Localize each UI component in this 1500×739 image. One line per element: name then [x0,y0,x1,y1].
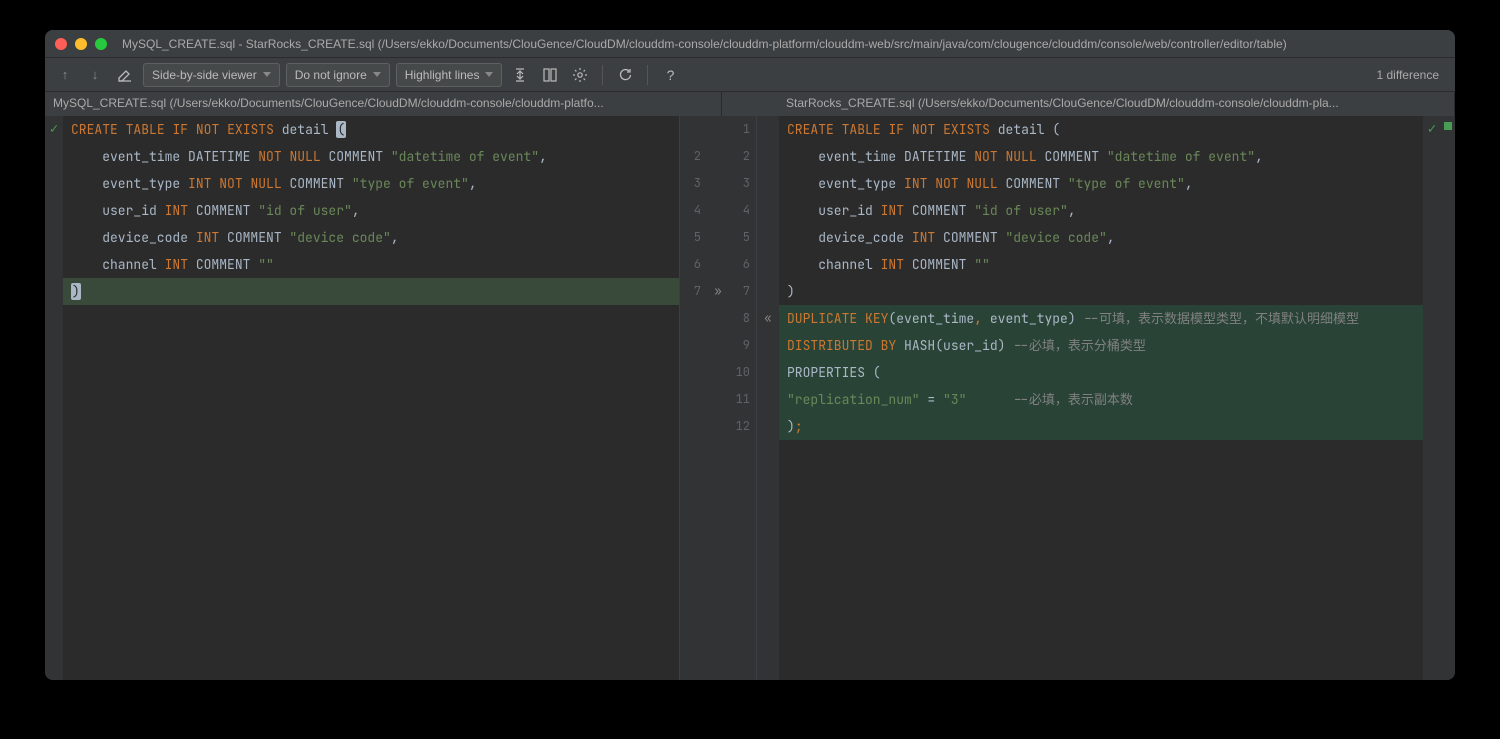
code-line[interactable]: user_id INT COMMENT "id of user", [63,197,679,224]
chevron-down-icon [485,72,493,77]
left-gutter: 234567 [679,116,707,680]
chevron-down-icon [263,72,271,77]
code-line[interactable]: channel INT COMMENT "" [63,251,679,278]
right-gutter: 123456789101112 [729,116,757,680]
gear-icon [572,67,588,83]
settings-button[interactable] [568,63,592,87]
minimize-icon[interactable] [75,38,87,50]
line-number [680,116,701,143]
left-marker-column: ✓ [45,116,63,680]
code-line[interactable]: user_id INT COMMENT "id of user", [779,197,1423,224]
arrow-down-icon [92,67,99,82]
code-line[interactable]: device_code INT COMMENT "device code", [779,224,1423,251]
check-icon: ✓ [50,116,58,143]
help-icon: ? [667,67,675,83]
code-line[interactable]: "replication_num" = "3" --必填，表示副本数 [779,386,1423,413]
chevron-down-icon [373,72,381,77]
pencil-icon [117,67,133,83]
line-number: 2 [729,143,750,170]
left-code[interactable]: CREATE TABLE IF NOT EXISTS detail ( even… [63,116,679,680]
diff-window: MySQL_CREATE.sql - StarRocks_CREATE.sql … [45,30,1455,680]
line-number: 6 [680,251,701,278]
line-number: 12 [729,413,750,440]
line-number: 5 [729,224,750,251]
ignore-mode-dropdown[interactable]: Do not ignore [286,63,390,87]
line-number: 11 [729,386,750,413]
line-number: 7 [680,278,701,305]
right-pane: CREATE TABLE IF NOT EXISTS detail ( even… [779,116,1423,680]
right-marker-column: ✓ [1423,116,1441,680]
highlight-mode-dropdown[interactable]: Highlight lines [396,63,503,87]
check-icon: ✓ [1428,116,1436,143]
line-number: 3 [729,170,750,197]
diff-marker[interactable] [1444,122,1452,130]
code-line[interactable]: device_code INT COMMENT "device code", [63,224,679,251]
line-number: 3 [680,170,701,197]
line-number: 1 [729,116,750,143]
code-line[interactable]: CREATE TABLE IF NOT EXISTS detail ( [779,116,1423,143]
dropdown-label: Do not ignore [295,68,367,82]
diff-body: ✓ CREATE TABLE IF NOT EXISTS detail ( ev… [45,116,1455,680]
diff-count-label: 1 difference [1377,68,1448,82]
dropdown-label: Highlight lines [405,68,480,82]
close-icon[interactable] [55,38,67,50]
toolbar-separator [647,65,648,85]
traffic-lights [55,38,107,50]
scrollbar-marker-strip[interactable] [1441,116,1455,680]
code-line[interactable]: CREATE TABLE IF NOT EXISTS detail ( [63,116,679,143]
line-number: 10 [729,359,750,386]
line-number: 2 [680,143,701,170]
code-line[interactable]: event_type INT NOT NULL COMMENT "type of… [779,170,1423,197]
collapse-unchanged-button[interactable] [508,63,532,87]
edit-button[interactable] [113,63,137,87]
code-line[interactable]: ) [63,278,679,305]
code-line[interactable]: event_time DATETIME NOT NULL COMMENT "da… [779,143,1423,170]
window-title: MySQL_CREATE.sql - StarRocks_CREATE.sql … [122,37,1445,51]
refresh-button[interactable] [613,63,637,87]
file-tabs: MySQL_CREATE.sql (/Users/ekko/Documents/… [45,92,1455,116]
left-pane: CREATE TABLE IF NOT EXISTS detail ( even… [63,116,707,680]
help-button[interactable]: ? [658,63,682,87]
dropdown-label: Side-by-side viewer [152,68,257,82]
right-inner-marker-column: « [757,116,779,680]
tab-spacer [722,92,778,116]
code-line[interactable]: channel INT COMMENT "" [779,251,1423,278]
viewer-mode-dropdown[interactable]: Side-by-side viewer [143,63,280,87]
next-diff-button[interactable] [83,63,107,87]
prev-diff-button[interactable] [53,63,77,87]
maximize-icon[interactable] [95,38,107,50]
line-number: 8 [729,305,750,332]
code-line[interactable]: DISTRIBUTED BY HASH(user_id) --必填，表示分桶类型 [779,332,1423,359]
titlebar: MySQL_CREATE.sql - StarRocks_CREATE.sql … [45,30,1455,58]
arrow-up-icon [62,67,69,82]
code-line[interactable]: ) [779,278,1423,305]
middle-marker-column: » [707,116,729,680]
line-number: 5 [680,224,701,251]
line-number: 6 [729,251,750,278]
line-number: 4 [680,197,701,224]
insert-arrow-icon[interactable]: « [764,305,771,332]
line-number: 9 [729,332,750,359]
code-line[interactable]: PROPERTIES ( [779,359,1423,386]
code-line[interactable]: DUPLICATE KEY(event_time, event_type) --… [779,305,1423,332]
code-line[interactable]: event_type INT NOT NULL COMMENT "type of… [63,170,679,197]
sync-icon [542,67,558,83]
insert-arrow-icon[interactable]: » [714,278,721,305]
toolbar: Side-by-side viewer Do not ignore Highli… [45,58,1455,92]
collapse-icon [512,67,528,83]
sync-scroll-button[interactable] [538,63,562,87]
right-file-tab[interactable]: StarRocks_CREATE.sql (/Users/ekko/Docume… [778,92,1455,116]
left-file-tab[interactable]: MySQL_CREATE.sql (/Users/ekko/Documents/… [45,92,722,116]
right-code[interactable]: CREATE TABLE IF NOT EXISTS detail ( even… [779,116,1423,680]
refresh-icon [617,67,633,83]
code-line[interactable]: ); [779,413,1423,440]
line-number: 7 [729,278,750,305]
code-line[interactable]: event_time DATETIME NOT NULL COMMENT "da… [63,143,679,170]
line-number: 4 [729,197,750,224]
toolbar-separator [602,65,603,85]
